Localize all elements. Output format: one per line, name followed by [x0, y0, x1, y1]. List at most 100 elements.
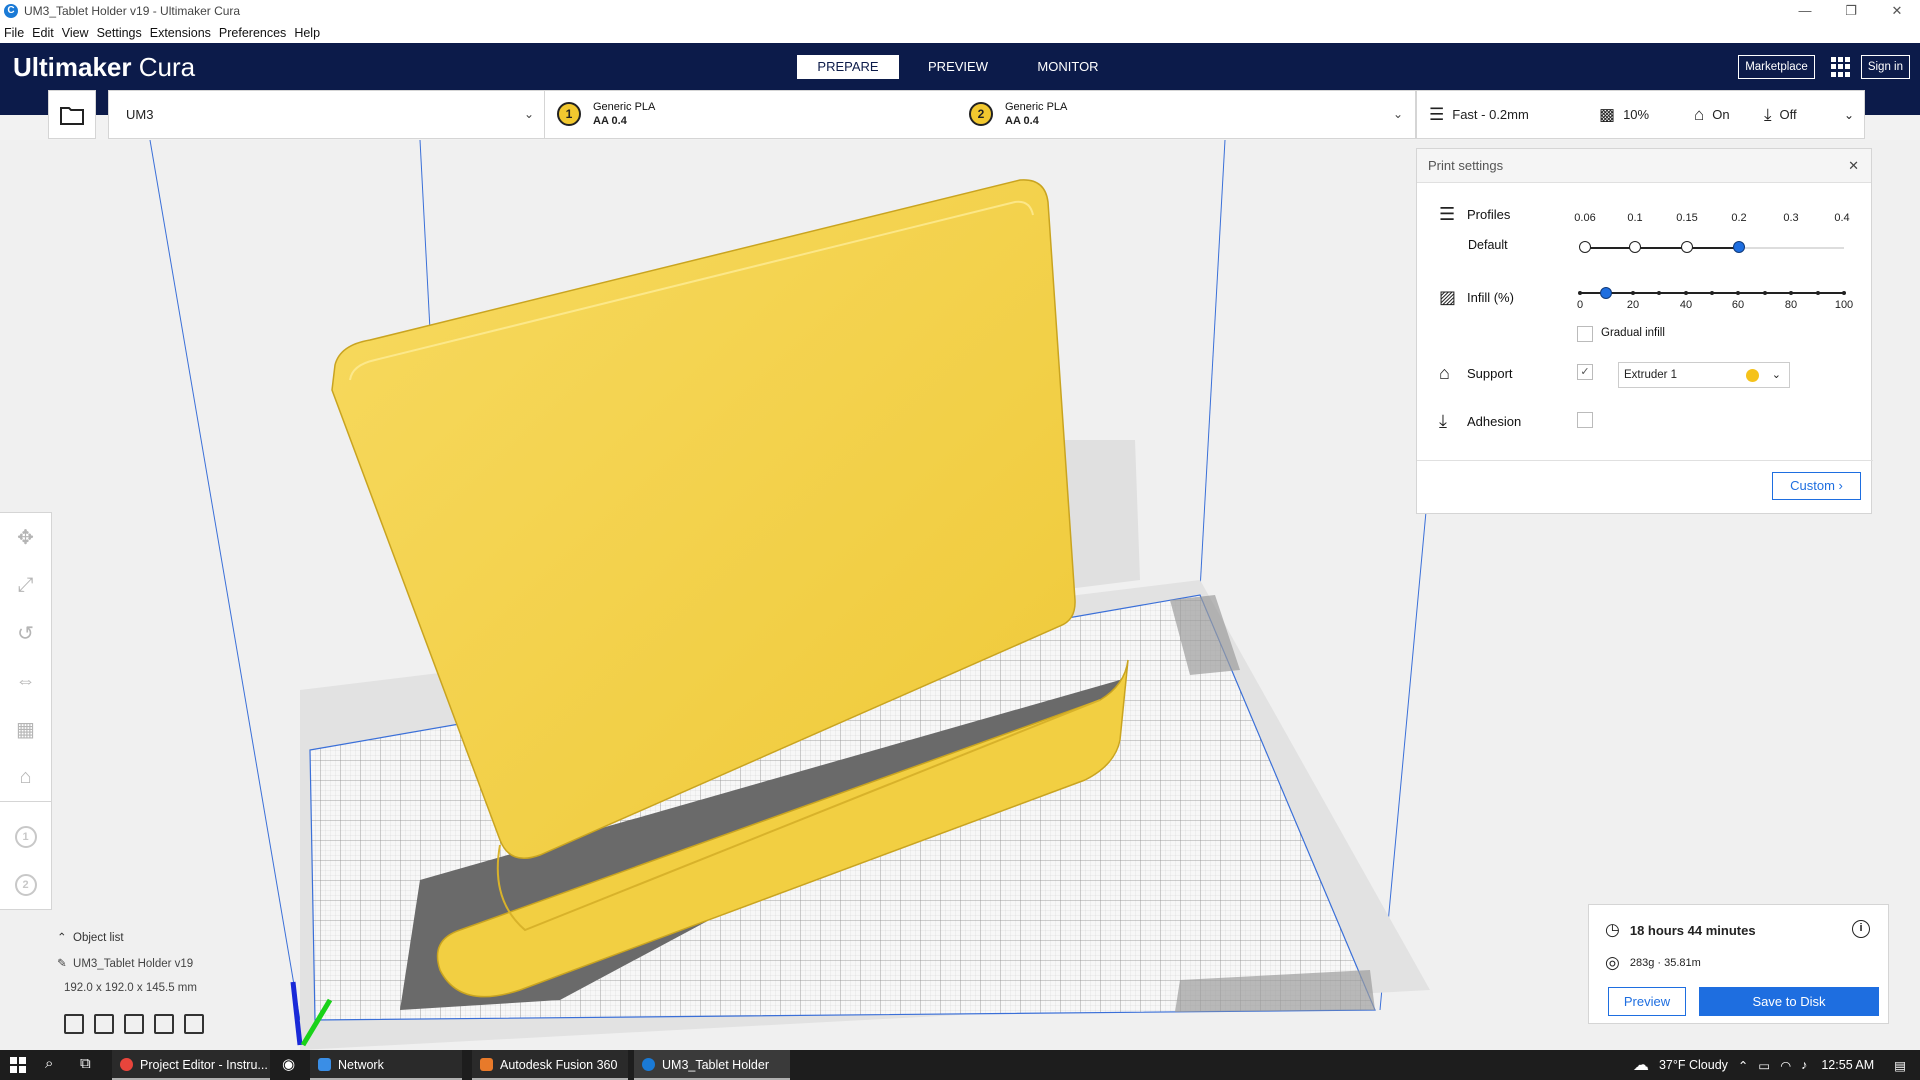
infill-icon: ▨	[1439, 287, 1457, 307]
support-row: ⌂ Support	[1439, 363, 1513, 384]
steam-icon[interactable]: ◉	[282, 1055, 295, 1073]
infill-slider-dot	[1578, 291, 1582, 295]
top-view-icon[interactable]	[124, 1014, 144, 1034]
volume-icon[interactable]: ♪	[1801, 1058, 1807, 1072]
gradual-infill-checkbox[interactable]	[1577, 326, 1593, 342]
per-model-settings-icon[interactable]: ▦	[0, 705, 51, 753]
minimize-button[interactable]: —	[1782, 0, 1828, 22]
tab-monitor[interactable]: MONITOR	[1017, 55, 1119, 79]
profile-ticks: 0.06 0.1 0.15 0.2 0.3 0.4	[1417, 212, 1873, 226]
save-to-disk-button[interactable]: Save to Disk	[1699, 987, 1879, 1016]
right-view-icon[interactable]	[184, 1014, 204, 1034]
brand-light: Cura	[131, 52, 196, 82]
panel-divider	[1417, 460, 1873, 461]
extruder-1-nozzle: AA 0.4	[593, 115, 627, 127]
extruder-selector[interactable]: 1 Generic PLA AA 0.4 2 Generic PLA AA 0.…	[544, 90, 1416, 139]
move-tool-icon[interactable]: ✥	[0, 513, 51, 561]
support-checkbox[interactable]: ✓	[1577, 364, 1593, 380]
extruder-1-tool-label: 1	[14, 826, 37, 848]
menu-preferences[interactable]: Preferences	[215, 26, 290, 40]
adhesion-checkbox[interactable]	[1577, 412, 1593, 428]
taskbar-chrome[interactable]: Project Editor - Instru...	[112, 1050, 270, 1080]
apps-grid-icon[interactable]	[1830, 57, 1851, 77]
info-icon[interactable]: i	[1852, 920, 1870, 938]
support-extruder-select[interactable]: Extruder 1 ⌄	[1618, 362, 1790, 388]
menu-view[interactable]: View	[58, 26, 93, 40]
windows-taskbar: ⌕ ⧉ Project Editor - Instru... ◉ Network…	[0, 1050, 1920, 1080]
search-icon[interactable]: ⌕	[45, 1055, 53, 1072]
material-usage: 283g · 35.81m	[1629, 957, 1701, 969]
extruder-2[interactable]: 2 Generic PLA AA 0.4	[969, 100, 1067, 128]
chevron-down-icon: ⌄	[1392, 107, 1403, 121]
extruder-1[interactable]: 1 Generic PLA AA 0.4	[557, 100, 655, 128]
rotate-tool-icon[interactable]: ↺	[0, 609, 51, 657]
profile-knob-selected[interactable]	[1733, 241, 1745, 253]
infill-summary[interactable]: ▩ 10%	[1599, 105, 1694, 125]
wifi-icon[interactable]: ◠	[1780, 1058, 1791, 1073]
infill-slider-handle[interactable]	[1600, 287, 1613, 299]
profile-summary[interactable]: ☰ Fast - 0.2mm	[1429, 105, 1599, 125]
brand-bold: Ultimaker	[13, 52, 132, 82]
infill-slider-dot	[1657, 291, 1662, 295]
tab-prepare[interactable]: PREPARE	[797, 55, 899, 79]
restore-button[interactable]: ❐	[1828, 0, 1874, 22]
mirror-tool-icon[interactable]: ⇔	[0, 657, 51, 705]
sliders-icon: ☰	[1429, 104, 1445, 124]
object-name-row[interactable]: ✎ UM3_Tablet Holder v19	[57, 956, 197, 970]
cloud-icon: ☁	[1632, 1057, 1649, 1074]
infill-tick: 100	[1834, 299, 1854, 311]
tray-overflow-icon[interactable]: ⌃	[1738, 1058, 1748, 1073]
print-settings-panel: Print settings ✕ ☰ Profiles 0.06 0.1 0.1…	[1416, 148, 1873, 514]
adhesion-summary[interactable]: ⤓ Off	[1764, 105, 1834, 125]
print-time: 18 hours 44 minutes	[1629, 922, 1756, 938]
profile-tick: 0.3	[1783, 212, 1799, 224]
profile-knob[interactable]	[1579, 241, 1591, 253]
menu-file[interactable]: File	[0, 26, 28, 40]
windows-start-icon[interactable]	[10, 1057, 26, 1073]
cura-app-icon: C	[4, 4, 18, 18]
header-right: Marketplace Sign in	[1738, 55, 1920, 79]
taskbar-fusion[interactable]: Autodesk Fusion 360 ...	[472, 1050, 628, 1080]
notifications-icon[interactable]: ▤	[1894, 1058, 1906, 1073]
profile-knob[interactable]	[1681, 241, 1693, 253]
left-view-icon[interactable]	[154, 1014, 174, 1034]
profile-knob[interactable]	[1629, 241, 1641, 253]
menu-edit[interactable]: Edit	[28, 26, 58, 40]
preview-button[interactable]: Preview	[1608, 987, 1686, 1016]
machine-selector[interactable]: UM3 ⌄	[108, 90, 545, 139]
menu-bar: File Edit View Settings Extensions Prefe…	[0, 22, 1920, 43]
chevron-up-icon: ⌃	[57, 932, 67, 944]
window-controls: — ❐ ✕	[1782, 0, 1920, 22]
marketplace-button[interactable]: Marketplace	[1738, 55, 1815, 79]
extruder-2-tool[interactable]: 2	[0, 861, 51, 909]
task-label: Autodesk Fusion 360 ...	[500, 1058, 618, 1072]
extruder-1-tool[interactable]: 1	[0, 813, 51, 861]
open-file-button[interactable]	[48, 90, 96, 139]
sign-in-button[interactable]: Sign in	[1860, 55, 1910, 79]
support-blocker-icon[interactable]: ⌂	[0, 753, 51, 801]
scale-tool-icon[interactable]: ⤢	[0, 561, 51, 609]
3d-view-icon[interactable]	[64, 1014, 84, 1034]
menu-help[interactable]: Help	[290, 26, 324, 40]
support-extruder-value: Extruder 1	[1624, 369, 1678, 381]
infill-icon: ▩	[1599, 104, 1616, 124]
taskbar-network[interactable]: Network	[310, 1050, 462, 1080]
task-view-icon[interactable]: ⧉	[80, 1055, 91, 1072]
close-icon[interactable]: ✕	[1848, 149, 1859, 183]
menu-extensions[interactable]: Extensions	[146, 26, 215, 40]
custom-settings-button[interactable]: Custom ›	[1772, 472, 1861, 500]
taskbar-cura[interactable]: UM3_Tablet Holder v1...	[634, 1050, 790, 1080]
print-settings-bar[interactable]: ☰ Fast - 0.2mm ▩ 10% ⌂ On ⤓ Off ⌄	[1416, 90, 1865, 139]
front-view-icon[interactable]	[94, 1014, 114, 1034]
tab-preview[interactable]: PREVIEW	[907, 55, 1009, 79]
network-tray-icon[interactable]: ▭	[1758, 1058, 1770, 1073]
menu-settings[interactable]: Settings	[93, 26, 146, 40]
support-summary[interactable]: ⌂ On	[1694, 105, 1764, 125]
profile-tick: 0.15	[1676, 212, 1698, 224]
extruder-2-nozzle: AA 0.4	[1005, 115, 1039, 127]
object-list-header[interactable]: ⌃ Object list	[57, 930, 197, 944]
system-tray: ☁ 37°F Cloudy ⌃ ▭ ◠ ♪ 12:55 AM ▤	[1633, 1050, 1920, 1080]
clock[interactable]: 12:55 AM	[1821, 1058, 1874, 1072]
weather[interactable]: 37°F Cloudy	[1659, 1058, 1728, 1072]
close-window-button[interactable]: ✕	[1874, 0, 1920, 22]
